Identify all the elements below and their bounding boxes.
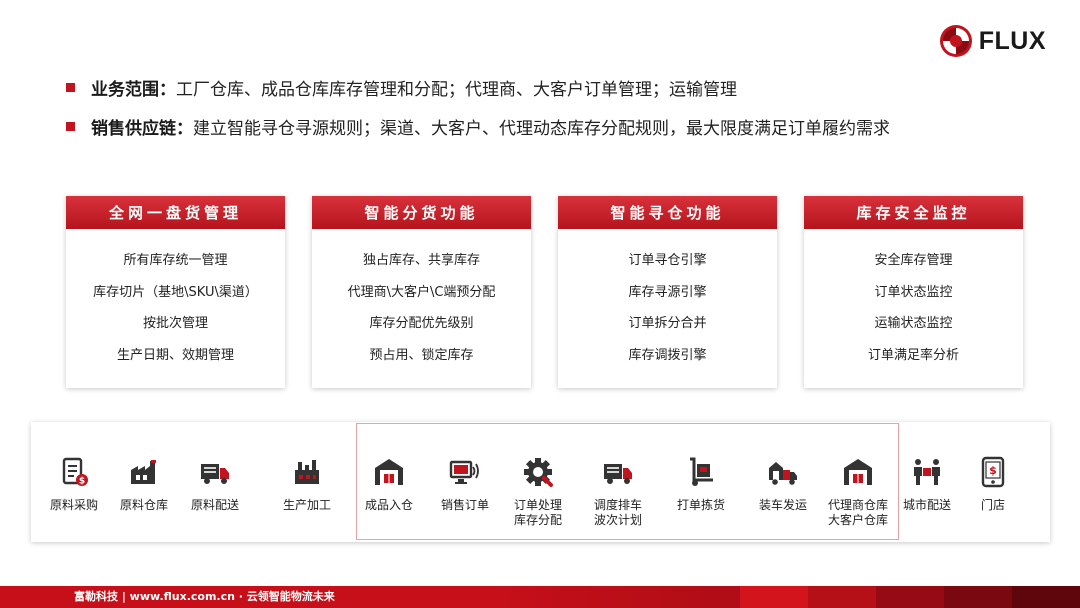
bullet-text: 工厂仓库、成品仓库库存管理和分配；代理商、大客户订单管理；运输管理 [176,79,737,100]
flux-logo-icon [939,25,972,57]
card-title: 智能分货功能 [312,196,531,229]
flow-step-label: 调度排车 波次计划 [593,498,642,527]
bullet-label: 业务范围： [91,79,176,100]
card-title: 全网一盘货管理 [66,196,285,229]
truck-icon [198,456,232,488]
card-item: 运输状态监控 [874,316,953,331]
computer-icon [448,456,482,488]
card-items: 安全库存管理 订单状态监控 运输状态监控 订单满足率分析 [804,229,1023,371]
card-items: 独占库存、共享库存 代理商\大客户\C端预分配 库存分配优先级别 预占用、锁定库… [312,229,531,371]
flow-step-raw-purchase: $ 原料采购 [34,456,114,513]
card-item: 代理商\大客户\C端预分配 [347,284,496,300]
card-item: 订单满足率分析 [867,347,959,363]
flow-step-dispatch-planning: 调度排车 波次计划 [578,456,658,528]
svg-text:$: $ [989,464,997,477]
card-inventory-safety-monitoring: 库存安全监控 安全库存管理 订单状态监控 运输状态监控 订单满足率分析 [804,196,1023,388]
loading-truck-icon [766,456,800,488]
card-item: 独占库存、共享库存 [362,253,480,268]
flow-step-label: 代理商仓库 大客户仓库 [827,498,888,527]
warehouse-icon [372,456,406,488]
svg-text:$: $ [79,477,85,487]
footer-text: 富勒科技 | www.flux.com.cn · 云领智能物流未来 [74,590,335,603]
flow-step-loading-shipping: 装车发运 [743,456,823,513]
card-item: 预占用、锁定库存 [369,347,474,363]
invoice-icon: $ [57,456,91,488]
feature-cards: 全网一盘货管理 所有库存统一管理 库存切片（基地\SKU\渠道） 按批次管理 生… [66,196,1023,388]
card-item: 订单寻仓引擎 [628,253,707,268]
card-item: 生产日期、效期管理 [116,347,234,363]
card-smart-warehouse-finding: 智能寻仓功能 订单寻仓引擎 库存寻源引擎 订单拆分合并 库存调拨引擎 [558,196,777,388]
flow-step-label: 成品入仓 [364,498,413,512]
process-flow: $ 原料采购 原料仓库 原料配送 生产加工 成品入仓 销售订单 订单处理 库存分… [31,422,1050,542]
flow-step-label: 销售订单 [440,498,489,512]
flow-step-store: $ 门店 [953,456,1033,513]
flow-step-label: 原料配送 [190,498,239,512]
card-items: 所有库存统一管理 库存切片（基地\SKU\渠道） 按批次管理 生产日期、效期管理 [66,229,285,371]
card-item: 库存分配优先级别 [369,316,474,331]
factory-icon [127,456,161,488]
hand-truck-icon [684,456,718,488]
flow-step-label: 打单拣货 [676,498,725,512]
bullet-label: 销售供应链： [91,118,193,139]
card-item: 库存寻源引擎 [628,284,707,300]
production-icon [290,456,324,488]
bullet-sales-supply-chain: 销售供应链： 建立智能寻仓寻源规则；渠道、大客户、代理动态库存分配规则，最大限度… [66,111,890,141]
card-item: 订单拆分合并 [628,316,707,331]
flow-step-label: 装车发运 [758,498,807,512]
bullet-text: 建立智能寻仓寻源规则；渠道、大客户、代理动态库存分配规则，最大限度满足订单履约需… [193,118,890,139]
card-inventory-management: 全网一盘货管理 所有库存统一管理 库存切片（基地\SKU\渠道） 按批次管理 生… [66,196,285,388]
gear-icon [521,456,555,488]
truck-icon [601,456,635,488]
card-smart-allocation: 智能分货功能 独占库存、共享库存 代理商\大客户\C端预分配 库存分配优先级别 … [312,196,531,388]
flow-step-order-processing: 订单处理 库存分配 [498,456,578,528]
flow-step-label: 门店 [980,498,1005,512]
flow-step-product-inbound: 成品入仓 [349,456,429,513]
flow-step-raw-delivery: 原料配送 [175,456,255,513]
flow-step-sales-order: 销售订单 [425,456,505,513]
footer-color-blocks [740,586,1080,608]
flow-step-label: 生产加工 [282,498,331,512]
card-title: 智能寻仓功能 [558,196,777,229]
card-title: 库存安全监控 [804,196,1023,229]
bullet-square-icon [66,82,75,92]
warehouse-icon [841,456,875,488]
flux-logo: FLUX [939,24,1046,58]
bullet-business-scope: 业务范围： 工厂仓库、成品仓库库存管理和分配；代理商、大客户订单管理；运输管理 [66,72,890,102]
flow-step-label: 原料仓库 [119,498,168,512]
card-item: 所有库存统一管理 [123,253,228,268]
card-item: 安全库存管理 [874,253,953,268]
store-icon: $ [976,456,1010,488]
card-item: 按批次管理 [142,316,208,331]
card-item: 订单状态监控 [874,284,953,300]
card-items: 订单寻仓引擎 库存寻源引擎 订单拆分合并 库存调拨引擎 [558,229,777,371]
bullet-square-icon [66,121,75,131]
flow-step-picking: 打单拣货 [661,456,741,513]
flow-step-label: 原料采购 [49,498,98,512]
card-item: 库存切片（基地\SKU\渠道） [93,284,258,300]
flow-step-agent-warehouse: 代理商仓库 大客户仓库 [818,456,898,528]
flow-step-production: 生产加工 [267,456,347,513]
footer-bar: 富勒科技 | www.flux.com.cn · 云领智能物流未来 [0,586,1080,608]
logo-text: FLUX [978,26,1046,55]
delivery-person-icon [910,456,944,488]
flow-step-label: 订单处理 库存分配 [513,498,562,527]
card-item: 库存调拨引擎 [628,347,707,363]
flow-step-raw-warehouse: 原料仓库 [104,456,184,513]
flow-step-label: 城市配送 [902,498,951,512]
bullet-list: 业务范围： 工厂仓库、成品仓库库存管理和分配；代理商、大客户订单管理；运输管理 … [66,72,890,150]
